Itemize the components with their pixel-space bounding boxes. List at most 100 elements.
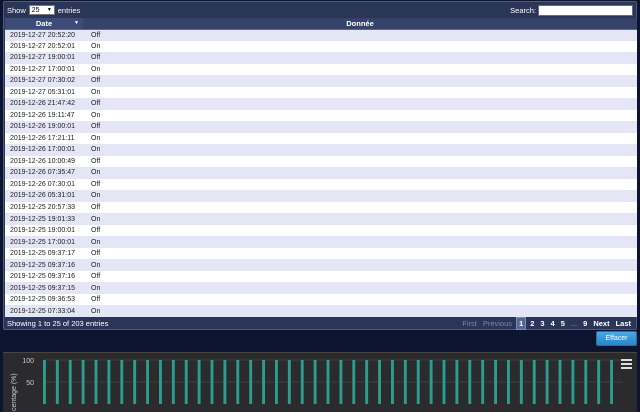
cell-date: 2019-12-25 19:00:01 <box>5 224 83 237</box>
cell-date: 2019-12-25 09:37:16 <box>5 270 83 283</box>
cell-value: On <box>83 282 637 294</box>
table-row: 2019-12-27 20:52:01 On <box>5 40 637 53</box>
pagination-ellipsis: ... <box>570 318 578 328</box>
chart-bar <box>429 360 433 404</box>
chart-bar <box>236 360 240 404</box>
cell-date: 2019-12-25 09:37:15 <box>5 282 83 294</box>
chart-bar <box>494 360 498 404</box>
table-row: 2019-12-25 09:37:16 Off <box>5 270 637 283</box>
cell-value: Off <box>83 98 637 110</box>
chart-bar <box>300 360 304 404</box>
cell-value: On <box>83 144 637 156</box>
cell-date: 2019-12-26 05:31:01 <box>5 190 83 202</box>
chart-panel: 100 50 centage (%) <box>3 352 637 412</box>
chart-bar <box>159 360 162 404</box>
chart-bar <box>146 360 150 404</box>
page-button-5[interactable]: 5 <box>559 318 567 329</box>
table-header-row: Date ▼ Donnée <box>5 18 637 30</box>
chart-bar <box>133 360 137 404</box>
cell-value: On <box>83 236 637 248</box>
cell-date: 2019-12-25 09:37:16 <box>5 259 83 271</box>
cell-value: Off <box>83 270 637 283</box>
table-row: 2019-12-25 17:00:01 On <box>5 236 637 248</box>
show-label: Show <box>7 5 26 15</box>
chart-bar <box>313 360 317 404</box>
cell-value: Off <box>83 224 637 237</box>
chart-bar <box>416 360 420 404</box>
cell-date: 2019-12-27 05:31:01 <box>5 86 83 99</box>
chart-bar <box>442 360 446 404</box>
cell-date: 2019-12-26 17:00:01 <box>5 144 83 156</box>
chart-bar <box>558 360 562 404</box>
search-label: Search: <box>510 5 536 15</box>
page-size-select[interactable]: 25 ▼ <box>28 5 55 15</box>
next-page-button[interactable]: Next <box>591 319 611 328</box>
chart-bar <box>391 360 394 404</box>
y-axis-label: centage (%) <box>11 373 18 411</box>
page-button-4[interactable]: 4 <box>549 318 557 329</box>
table-row: 2019-12-25 09:36:53 Off <box>5 293 637 306</box>
effacer-button[interactable]: Effacer <box>596 331 637 346</box>
previous-page-button[interactable]: Previous <box>481 319 514 328</box>
column-header-date[interactable]: Date ▼ <box>5 18 83 30</box>
chart-bar <box>481 360 485 404</box>
first-page-button[interactable]: First <box>460 319 479 328</box>
table-footer: Showing 1 to 25 of 203 entries First Pre… <box>4 315 636 331</box>
chart-bar <box>326 360 330 404</box>
chart-bar <box>378 360 382 404</box>
cell-value: On <box>83 132 637 145</box>
chart-bar <box>94 360 98 404</box>
cell-value: Off <box>83 29 637 41</box>
cell-date: 2019-12-26 10:00:49 <box>5 155 83 168</box>
data-table: Date ▼ Donnée 2019-12-27 20:52:20 Off 2019… <box>5 18 637 317</box>
page-button-2[interactable]: 2 <box>528 318 536 329</box>
cell-date: 2019-12-26 19:11:47 <box>5 109 83 122</box>
cell-date: 2019-12-25 09:37:17 <box>5 247 83 260</box>
cell-date: 2019-12-26 07:35:47 <box>5 167 83 179</box>
search-input[interactable] <box>538 4 633 16</box>
hamburger-menu-icon[interactable] <box>621 359 632 369</box>
chart-bar <box>262 360 266 404</box>
chart-bar <box>519 360 523 404</box>
cell-value: Off <box>83 293 637 306</box>
page-button-1[interactable]: 1 <box>516 316 527 330</box>
chart-bar <box>455 360 459 404</box>
table-row: 2019-12-27 20:52:20 Off <box>5 29 637 41</box>
chart-bar <box>171 360 175 404</box>
page-button-9[interactable]: 9 <box>581 318 589 329</box>
cell-value: On <box>83 190 637 202</box>
cell-value: On <box>83 63 637 76</box>
table-row: 2019-12-27 19:00:01 Off <box>5 52 637 64</box>
chart-bar <box>210 360 214 404</box>
cell-value: Off <box>83 52 637 64</box>
y-tick-label: 100 <box>22 358 34 365</box>
search-control: Search: <box>510 4 633 16</box>
table-row: 2019-12-26 10:00:49 Off <box>5 155 637 168</box>
table-row: 2019-12-26 17:21:11 On <box>5 132 637 145</box>
cell-date: 2019-12-26 07:30:01 <box>5 178 83 191</box>
chart-bar <box>55 360 59 404</box>
chart-bar <box>352 360 356 404</box>
chart-svg: 100 50 centage (%) <box>11 358 623 411</box>
last-page-button[interactable]: Last <box>614 319 633 328</box>
table-row: 2019-12-27 17:00:01 On <box>5 63 637 76</box>
cell-value: On <box>83 40 637 53</box>
cell-date: 2019-12-27 20:52:20 <box>5 29 83 41</box>
page-button-3[interactable]: 3 <box>538 318 546 329</box>
cell-value: On <box>83 213 637 225</box>
chart-bar <box>571 360 575 404</box>
column-header-date-label: Date <box>35 18 53 28</box>
column-header-value[interactable]: Donnée <box>83 18 637 30</box>
chart-bar <box>610 360 614 404</box>
table-row: 2019-12-26 17:00:01 On <box>5 144 637 156</box>
table-row: 2019-12-27 05:31:01 On <box>5 86 637 99</box>
table-row: 2019-12-25 09:37:15 On <box>5 282 637 294</box>
chart-bar <box>584 360 588 404</box>
table-row: 2019-12-26 07:35:47 On <box>5 167 637 179</box>
cell-value: Off <box>83 201 637 214</box>
pagination: First Previous 1 2 3 4 5 ... 9 Next Last <box>460 316 633 330</box>
chart-bar <box>532 360 536 404</box>
cell-date: 2019-12-26 17:21:11 <box>5 132 83 145</box>
chart-bar <box>43 360 46 404</box>
chart-bar <box>68 360 72 404</box>
